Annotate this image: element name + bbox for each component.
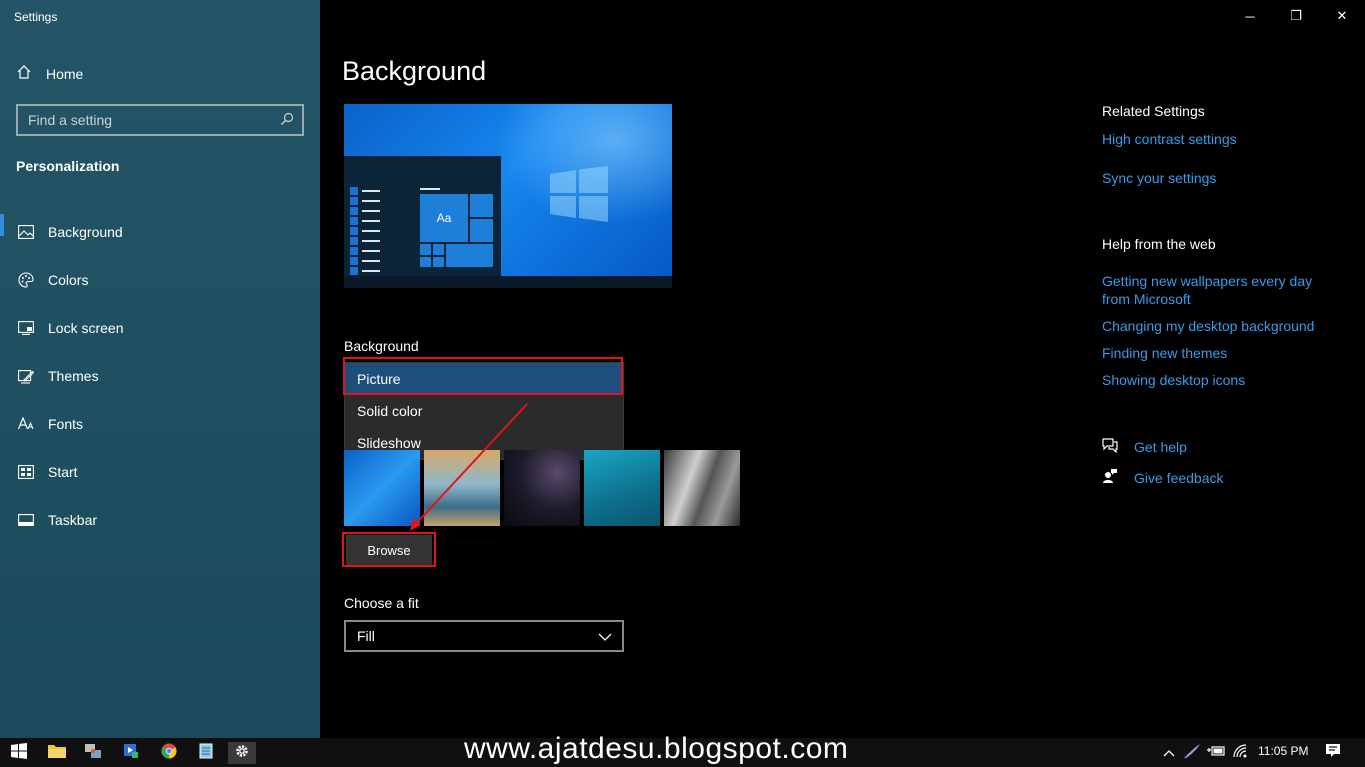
background-preview: Aa bbox=[344, 104, 672, 288]
remote-app-button[interactable] bbox=[79, 742, 107, 764]
chevron-down-icon bbox=[598, 628, 612, 644]
action-center-button[interactable] bbox=[1318, 742, 1348, 764]
watermark-text: www.ajatdesu.blogspot.com bbox=[464, 732, 849, 765]
restore-button[interactable]: ❐ bbox=[1273, 0, 1319, 32]
recent-picture-thumbnail[interactable] bbox=[664, 450, 740, 526]
recent-pictures bbox=[344, 450, 740, 526]
sidebar-item-lock-screen[interactable]: Lock screen bbox=[0, 304, 320, 352]
battery-plug-icon bbox=[1207, 744, 1225, 763]
taskbar-icon bbox=[18, 512, 34, 528]
wifi-button[interactable] bbox=[1227, 742, 1255, 764]
picture-icon bbox=[18, 224, 34, 240]
get-help-label: Get help bbox=[1134, 438, 1187, 455]
fonts-icon bbox=[18, 416, 34, 432]
themes-icon bbox=[18, 368, 34, 384]
link-high-contrast[interactable]: High contrast settings bbox=[1102, 130, 1237, 148]
sidebar-item-label: Fonts bbox=[48, 416, 84, 432]
search-input[interactable]: Find a setting bbox=[16, 104, 304, 136]
link-new-wallpapers[interactable]: Getting new wallpapers every day from Mi… bbox=[1102, 272, 1332, 308]
recent-picture-thumbnail[interactable] bbox=[424, 450, 500, 526]
lock-screen-icon bbox=[18, 320, 34, 336]
annotation-highlight-browse bbox=[342, 532, 436, 567]
sidebar-item-label: Colors bbox=[48, 272, 89, 288]
choose-fit-label: Choose a fit bbox=[344, 595, 419, 611]
sidebar-item-label: Background bbox=[48, 224, 123, 240]
settings-taskbar-button[interactable] bbox=[228, 742, 256, 764]
start-button[interactable] bbox=[5, 742, 33, 764]
preview-tile-aa: Aa bbox=[420, 194, 468, 242]
window-title: Settings bbox=[14, 10, 58, 24]
sidebar-item-label: Themes bbox=[48, 368, 99, 384]
media-app-button[interactable] bbox=[117, 742, 145, 764]
sidebar-item-label: Taskbar bbox=[48, 512, 98, 528]
sidebar-item-taskbar[interactable]: Taskbar bbox=[0, 496, 320, 544]
help-from-web-heading: Help from the web bbox=[1102, 236, 1216, 252]
window-caption-buttons: ─ ❐ ✕ bbox=[1227, 0, 1365, 32]
windows-logo-icon bbox=[550, 166, 608, 222]
battery-button[interactable] bbox=[1202, 742, 1230, 764]
background-type-label: Background bbox=[344, 338, 419, 354]
preview-app-list bbox=[350, 186, 380, 276]
network-tool-icon bbox=[84, 743, 102, 764]
windows-start-icon bbox=[11, 742, 27, 764]
media-app-icon bbox=[123, 743, 139, 764]
sidebar-item-themes[interactable]: Themes bbox=[0, 352, 320, 400]
link-changing-background[interactable]: Changing my desktop background bbox=[1102, 317, 1314, 335]
minimize-button[interactable]: ─ bbox=[1227, 0, 1273, 32]
chrome-button[interactable] bbox=[155, 742, 183, 764]
choose-fit-select[interactable]: Fill bbox=[344, 620, 624, 652]
palette-icon bbox=[18, 272, 34, 288]
recent-picture-thumbnail[interactable] bbox=[504, 450, 580, 526]
settings-sidebar: Settings Home Find a setting Personaliza… bbox=[0, 0, 320, 738]
link-finding-themes[interactable]: Finding new themes bbox=[1102, 344, 1227, 362]
pen-icon bbox=[1183, 743, 1201, 764]
dropdown-option-solid-color[interactable]: Solid color bbox=[345, 395, 623, 427]
file-explorer-button[interactable] bbox=[43, 742, 71, 764]
sidebar-item-label: Start bbox=[48, 464, 78, 480]
annotation-highlight-picture bbox=[343, 357, 623, 395]
preview-start-menu: Aa bbox=[344, 156, 501, 278]
section-title-personalization: Personalization bbox=[16, 158, 120, 174]
close-button[interactable]: ✕ bbox=[1319, 0, 1365, 32]
notification-icon bbox=[1325, 743, 1341, 763]
fit-select-value: Fill bbox=[357, 628, 375, 644]
chevron-up-icon bbox=[1163, 744, 1175, 762]
start-icon bbox=[18, 464, 34, 480]
sidebar-nav: Background Colors Lock screen Themes Fon… bbox=[0, 208, 320, 544]
clock-time[interactable]: 11:05 PM bbox=[1258, 744, 1308, 758]
home-label: Home bbox=[46, 65, 84, 82]
give-feedback-link[interactable]: Give feedback bbox=[1102, 468, 1224, 487]
gear-icon bbox=[234, 743, 250, 764]
link-desktop-icons[interactable]: Showing desktop icons bbox=[1102, 371, 1245, 389]
notepad-button[interactable] bbox=[192, 742, 220, 764]
notepad-icon bbox=[199, 743, 213, 764]
sidebar-item-label: Lock screen bbox=[48, 320, 124, 336]
sidebar-item-fonts[interactable]: Fonts bbox=[0, 400, 320, 448]
search-placeholder: Find a setting bbox=[28, 112, 113, 128]
home-nav-item[interactable]: Home bbox=[16, 64, 83, 83]
preview-taskbar bbox=[344, 276, 672, 288]
sidebar-item-background[interactable]: Background bbox=[0, 208, 320, 256]
home-icon bbox=[16, 64, 32, 83]
sidebar-item-start[interactable]: Start bbox=[0, 448, 320, 496]
give-feedback-label: Give feedback bbox=[1134, 469, 1224, 486]
page-title: Background bbox=[342, 56, 487, 86]
get-help-link[interactable]: Get help bbox=[1102, 437, 1187, 456]
chrome-icon bbox=[161, 743, 177, 764]
search-icon[interactable] bbox=[280, 112, 294, 129]
wifi-icon bbox=[1233, 743, 1249, 763]
link-sync-settings[interactable]: Sync your settings bbox=[1102, 169, 1216, 187]
folder-icon bbox=[48, 744, 66, 763]
recent-picture-thumbnail[interactable] bbox=[344, 450, 420, 526]
sidebar-item-colors[interactable]: Colors bbox=[0, 256, 320, 304]
chat-help-icon bbox=[1102, 437, 1118, 456]
recent-picture-thumbnail[interactable] bbox=[584, 450, 660, 526]
related-settings-heading: Related Settings bbox=[1102, 103, 1205, 119]
feedback-person-icon bbox=[1102, 468, 1118, 487]
